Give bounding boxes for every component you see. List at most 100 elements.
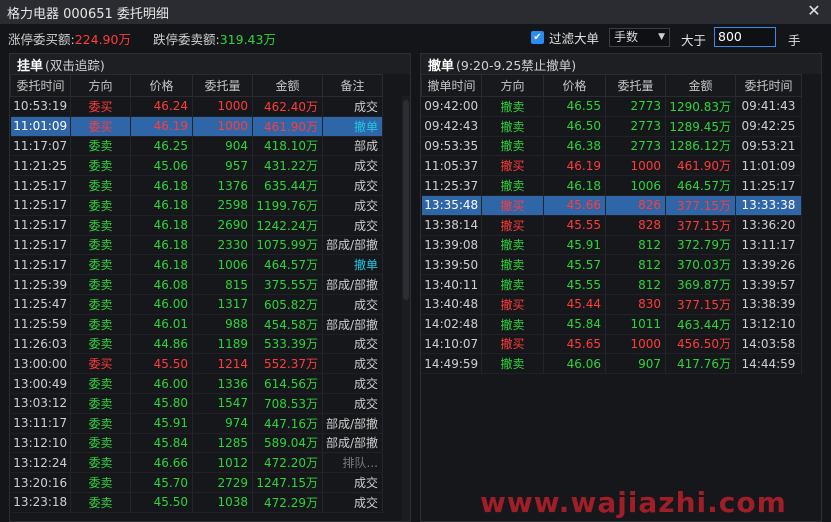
cancel-price: 45.65 <box>543 334 606 355</box>
table-row[interactable]: 09:42:43 撤卖 46.50 2773 1289.45万 09:42:25 <box>421 116 802 137</box>
order-price: 46.18 <box>130 235 193 256</box>
order-direction: 委卖 <box>70 274 131 295</box>
table-row[interactable]: 11:25:17 委卖 46.18 2690 1242.24万 成交 <box>10 215 383 236</box>
order-quantity: 2598 <box>192 195 253 216</box>
order-time: 13:11:17 <box>10 413 71 434</box>
table-row[interactable]: 13:40:11 撤卖 45.55 812 369.87万 13:39:57 <box>421 274 802 295</box>
table-row[interactable]: 11:25:37 撤卖 46.18 1006 464.57万 11:25:17 <box>421 175 802 196</box>
pending-orders-scrollbar[interactable] <box>402 96 410 521</box>
order-quantity: 1012 <box>192 452 253 474</box>
table-row[interactable]: 14:49:59 撤卖 46.06 907 417.76万 14:44:59 <box>421 353 802 375</box>
table-row[interactable]: 10:53:19 委买 46.24 1000 462.40万 成交 <box>10 96 383 117</box>
column-header: 金额 <box>665 74 736 97</box>
cancel-quantity: 826 <box>605 195 666 216</box>
table-row[interactable]: 11:21:25 委卖 45.06 957 431.22万 成交 <box>10 155 383 177</box>
table-row[interactable]: 09:53:35 撤卖 46.38 2773 1286.12万 09:53:21 <box>421 136 802 157</box>
table-row[interactable]: 13:00:00 委买 45.50 1214 552.37万 成交 <box>10 353 383 375</box>
cancel-quantity: 1006 <box>605 175 666 196</box>
table-row[interactable]: 11:25:59 委卖 46.01 988 454.58万 部成/部撤 <box>10 314 383 335</box>
table-row[interactable]: 13:23:18 委卖 45.50 1038 472.29万 成交 <box>10 492 383 513</box>
column-header: 价格 <box>543 74 606 97</box>
order-quantity: 1038 <box>192 492 253 513</box>
cancel-direction: 撤买 <box>481 294 544 315</box>
order-direction: 委卖 <box>70 472 131 493</box>
order-quantity: 957 <box>192 155 253 177</box>
table-row[interactable]: 11:17:07 委卖 46.25 904 418.10万 部成 <box>10 136 383 157</box>
table-row[interactable]: 11:25:39 委卖 46.08 815 375.55万 部成/部撤 <box>10 274 383 295</box>
order-price: 45.50 <box>130 492 193 513</box>
column-header: 备注 <box>322 74 383 97</box>
cancel-quantity: 2773 <box>605 116 666 137</box>
table-row[interactable]: 11:25:47 委卖 46.00 1317 605.82万 成交 <box>10 294 383 315</box>
cancel-direction: 撤卖 <box>481 136 544 157</box>
table-row[interactable]: 14:10:07 撤买 45.65 1000 456.50万 14:03:58 <box>421 334 802 355</box>
order-quantity: 1317 <box>192 294 253 315</box>
cancel-price: 46.19 <box>543 155 606 177</box>
order-quantity: 2729 <box>192 472 253 493</box>
cancel-price: 46.50 <box>543 116 606 137</box>
threshold-input[interactable]: 800 <box>714 27 776 47</box>
table-row[interactable]: 11:26:03 委卖 44.86 1189 533.39万 成交 <box>10 334 383 355</box>
limit-down-summary: 跌停委卖额:319.43万 <box>153 29 276 48</box>
limit-down-value: 319.43万 <box>219 31 276 47</box>
table-row[interactable]: 11:25:17 委卖 46.18 2330 1075.99万 部成/部撤 <box>10 235 383 256</box>
table-row[interactable]: 13:40:48 撤买 45.44 830 377.15万 13:38:39 <box>421 294 802 315</box>
order-amount: 418.10万 <box>252 136 323 157</box>
table-row[interactable]: 13:12:24 委卖 46.66 1012 472.20万 排队... <box>10 452 383 474</box>
watermark: www.wajiazhi.com <box>480 486 787 519</box>
pending-orders-title: 挂单 <box>17 58 44 74</box>
order-time: 13:11:17 <box>735 235 802 256</box>
column-header: 方向 <box>481 74 544 97</box>
order-note: 部成/部撤 <box>322 235 383 256</box>
order-quantity: 974 <box>192 413 253 434</box>
order-amount: 605.82万 <box>252 294 323 315</box>
cancel-amount: 1286.12万 <box>665 136 736 157</box>
cancel-price: 46.18 <box>543 175 606 196</box>
table-row[interactable]: 14:02:48 撤卖 45.84 1011 463.44万 13:12:10 <box>421 314 802 335</box>
close-icon[interactable]: ✕ <box>805 2 823 20</box>
order-time: 09:41:43 <box>735 96 802 117</box>
table-row[interactable]: 09:42:00 撤卖 46.55 2773 1290.83万 09:41:43 <box>421 96 802 117</box>
order-time: 14:03:58 <box>735 334 802 355</box>
table-row[interactable]: 11:05:37 撤买 46.19 1000 461.90万 11:01:09 <box>421 155 802 177</box>
table-row[interactable]: 13:11:17 委卖 45.91 974 447.16万 部成/部撤 <box>10 413 383 434</box>
order-quantity: 1285 <box>192 433 253 454</box>
order-time: 10:53:19 <box>10 96 71 117</box>
order-note: 部成/部撤 <box>322 433 383 454</box>
summary-bar: 涨停委买额:224.90万 跌停委卖额:319.43万 ✔ 过滤大单 手数 ▼ … <box>0 24 831 52</box>
table-row[interactable]: 11:01:09 委买 46.19 1000 461.90万 撤单 <box>10 116 383 137</box>
order-time: 11:25:17 <box>735 175 802 196</box>
table-row[interactable]: 13:12:10 委卖 45.84 1285 589.04万 部成/部撤 <box>10 433 383 454</box>
order-time: 11:01:09 <box>735 155 802 177</box>
table-row[interactable]: 13:00:49 委卖 46.00 1336 614.56万 成交 <box>10 373 383 394</box>
table-row[interactable]: 11:25:17 委卖 46.18 2598 1199.76万 成交 <box>10 195 383 216</box>
unit-select[interactable]: 手数 ▼ <box>609 28 670 47</box>
cancel-price: 46.38 <box>543 136 606 157</box>
table-row[interactable]: 11:25:17 委卖 46.18 1006 464.57万 撤单 <box>10 254 383 276</box>
order-amount: 708.53万 <box>252 393 323 414</box>
order-note: 部成/部撤 <box>322 314 383 335</box>
order-note: 排队... <box>322 452 383 474</box>
cancel-quantity: 828 <box>605 215 666 236</box>
table-row[interactable]: 11:25:17 委卖 46.18 1376 635.44万 成交 <box>10 175 383 196</box>
order-time: 13:00:49 <box>10 373 71 394</box>
table-row[interactable]: 13:03:12 委卖 45.80 1547 708.53万 成交 <box>10 393 383 414</box>
cancel-amount: 377.15万 <box>665 195 736 216</box>
order-amount: 454.58万 <box>252 314 323 335</box>
cancel-time: 13:39:08 <box>421 235 482 256</box>
filter-large-orders[interactable]: ✔ 过滤大单 <box>531 28 599 47</box>
order-direction: 委卖 <box>70 175 131 196</box>
filter-checkbox[interactable]: ✔ <box>531 31 544 44</box>
table-row[interactable]: 13:20:16 委卖 45.70 2729 1247.15万 成交 <box>10 472 383 493</box>
table-row[interactable]: 13:39:50 撤卖 45.57 812 370.03万 13:39:26 <box>421 254 802 276</box>
order-note: 成交 <box>322 353 383 375</box>
column-header: 委托量 <box>605 74 666 97</box>
order-price: 46.18 <box>130 254 193 276</box>
table-row[interactable]: 13:38:14 撤买 45.55 828 377.15万 13:36:20 <box>421 215 802 236</box>
order-time: 13:12:10 <box>10 433 71 454</box>
table-row[interactable]: 13:35:48 撤买 45.66 826 377.15万 13:33:38 <box>421 195 802 216</box>
cancel-amount: 456.50万 <box>665 334 736 355</box>
table-row[interactable]: 13:39:08 撤卖 45.91 812 372.79万 13:11:17 <box>421 235 802 256</box>
scrollbar-thumb[interactable] <box>403 100 409 300</box>
cancel-time: 09:53:35 <box>421 136 482 157</box>
